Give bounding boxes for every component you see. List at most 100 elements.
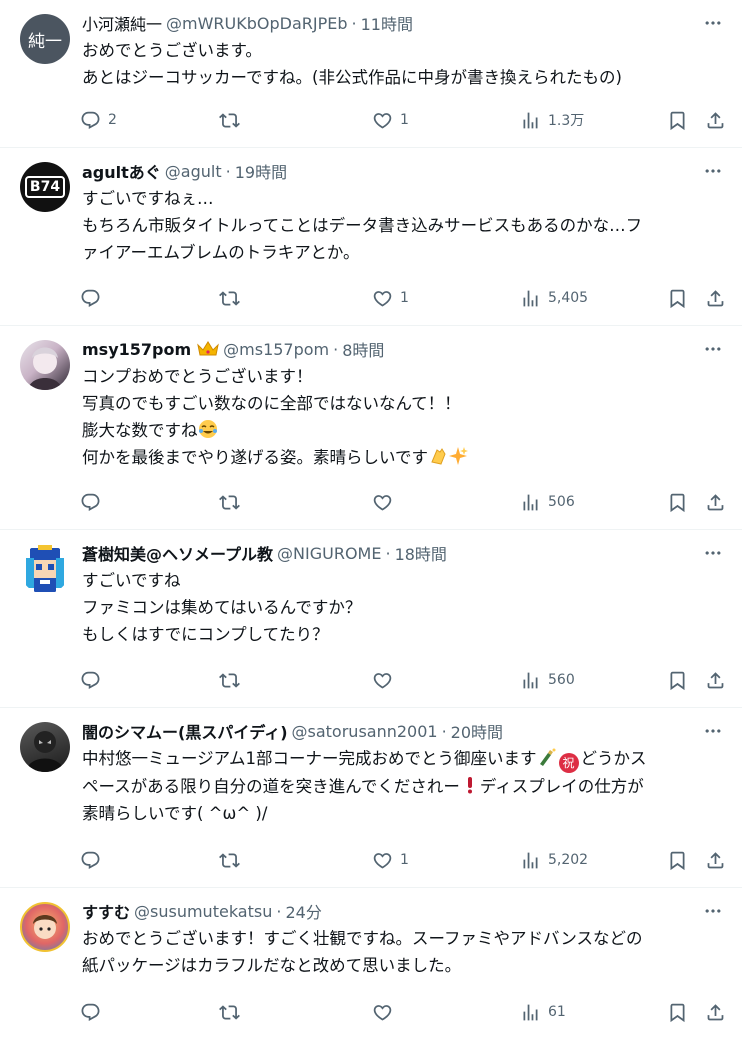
like-count: 1	[400, 852, 409, 868]
avatar[interactable]: B74	[20, 162, 70, 212]
avatar[interactable]	[20, 722, 70, 772]
more-options-icon[interactable]	[698, 540, 728, 566]
tweet-content: 闇のシマムー(黒スパイディ) @satorusann2001 · 20時間 中村…	[82, 718, 728, 827]
more-options-icon[interactable]	[698, 898, 728, 924]
share-icon	[705, 850, 726, 871]
bookmark-button[interactable]	[667, 998, 688, 1026]
tweet-text: 中村悠一ミュージアム1部コーナー完成おめでとう御座います 祝どうかス ペースがある…	[82, 745, 728, 827]
display-name[interactable]: msy157pom	[82, 340, 191, 359]
view-count: 506	[548, 494, 575, 510]
tweet[interactable]: 純一 小河瀬純一 @mWRUKbOpDaRJPEb · 11時間 おめでとうござ…	[0, 0, 742, 148]
reply-button[interactable]	[80, 666, 101, 694]
user-handle[interactable]: @NIGUROME	[277, 544, 381, 563]
tweet[interactable]: B74 agultあぐ @agult · 19時間 すごいですねぇ… もちろん市…	[0, 148, 742, 326]
bar-chart-icon	[520, 670, 541, 691]
timestamp[interactable]: 24分	[285, 899, 321, 923]
text-line: あとはジーコサッカーですね。(非公式作品に中身が書き換えられたもの)	[82, 68, 622, 87]
avatar[interactable]: 純一	[20, 14, 70, 64]
retweet-button[interactable]	[219, 284, 240, 312]
display-name[interactable]: 小河瀬純一	[82, 11, 162, 35]
more-options-icon[interactable]	[698, 336, 728, 362]
timestamp[interactable]: 19時間	[235, 159, 287, 183]
text-line: もしくはすでにコンプしてたり？	[82, 625, 329, 644]
user-handle[interactable]: @susumutekatsu	[134, 902, 272, 921]
reply-button[interactable]	[80, 846, 101, 874]
display-name[interactable]: 蒼樹知美@ヘソメープル教	[82, 541, 273, 565]
like-button[interactable]: 1	[372, 846, 409, 874]
bookmark-icon	[667, 288, 688, 309]
timestamp[interactable]: 18時間	[395, 541, 447, 565]
like-button[interactable]	[372, 998, 393, 1026]
share-button[interactable]	[705, 998, 726, 1026]
tweet-content: 小河瀬純一 @mWRUKbOpDaRJPEb · 11時間 おめでとうございます…	[82, 10, 728, 91]
tweet[interactable]: msy157pom @ms157pom · 8時間 コンプおめでとうございます！…	[0, 326, 742, 530]
more-options-icon[interactable]	[698, 158, 728, 184]
tweet-header: すすむ @susumutekatsu · 24分	[82, 898, 728, 924]
tweet-content: msy157pom @ms157pom · 8時間 コンプおめでとうございます！…	[82, 336, 728, 471]
text-segment: 膨大な数ですね	[82, 421, 198, 440]
share-button[interactable]	[705, 846, 726, 874]
view-count: 5,202	[548, 852, 589, 868]
retweet-button[interactable]	[219, 998, 240, 1026]
reply-button[interactable]: 2	[80, 106, 117, 134]
timestamp[interactable]: 11時間	[361, 11, 413, 35]
action-bar: 1 5,202	[82, 846, 728, 874]
share-button[interactable]	[705, 488, 726, 516]
clapping-hands-emoji-icon	[431, 448, 446, 465]
text-line: コンプおめでとうございます！	[82, 367, 313, 386]
like-button[interactable]: 1	[372, 106, 409, 134]
timestamp[interactable]: 20時間	[451, 719, 503, 743]
more-options-icon[interactable]	[698, 718, 728, 744]
retweet-button[interactable]	[219, 846, 240, 874]
user-handle[interactable]: @ms157pom	[223, 340, 329, 359]
views-button[interactable]: 5,202	[520, 846, 588, 874]
tweet[interactable]: 闇のシマムー(黒スパイディ) @satorusann2001 · 20時間 中村…	[0, 708, 742, 888]
text-segment: 何かを最後までやり遂げる姿。素晴らしいです	[82, 448, 429, 467]
like-button[interactable]	[372, 666, 393, 694]
bookmark-button[interactable]	[667, 846, 688, 874]
tweet-header: 闇のシマムー(黒スパイディ) @satorusann2001 · 20時間	[82, 718, 728, 744]
share-button[interactable]	[705, 284, 726, 312]
avatar[interactable]	[20, 340, 70, 390]
tweet[interactable]: すすむ @susumutekatsu · 24分 おめでとうございます！すごく壮…	[0, 888, 742, 1040]
share-button[interactable]	[705, 666, 726, 694]
user-handle[interactable]: @agult	[165, 162, 222, 181]
champagne-emoji-icon	[539, 748, 556, 766]
retweet-button[interactable]	[219, 106, 240, 134]
bar-chart-icon	[520, 1002, 541, 1023]
text-segment: ペースがある限り自分の道を突き進んでくだされー	[82, 777, 460, 796]
share-button[interactable]	[705, 106, 726, 134]
like-button[interactable]: 1	[372, 284, 409, 312]
views-button[interactable]: 61	[520, 998, 566, 1026]
view-count: 61	[548, 1004, 566, 1020]
display-name[interactable]: agultあぐ	[82, 159, 161, 183]
tweet-text: おめでとうございます！すごく壮観ですね。スーファミやアドバンスなどの 紙パッケー…	[82, 925, 728, 979]
display-name[interactable]: 闇のシマムー(黒スパイディ)	[82, 719, 288, 743]
tweet-header: agultあぐ @agult · 19時間	[82, 158, 728, 184]
more-options-icon[interactable]	[698, 10, 728, 36]
bookmark-button[interactable]	[667, 666, 688, 694]
views-button[interactable]: 5,405	[520, 284, 588, 312]
avatar-text: 純一	[28, 31, 62, 52]
avatar[interactable]	[20, 544, 70, 594]
timestamp[interactable]: 8時間	[342, 337, 384, 361]
like-button[interactable]	[372, 488, 393, 516]
reply-button[interactable]	[80, 488, 101, 516]
bookmark-button[interactable]	[667, 488, 688, 516]
reply-button[interactable]	[80, 998, 101, 1026]
reply-icon	[80, 670, 101, 691]
user-handle[interactable]: @mWRUKbOpDaRJPEb	[166, 14, 348, 33]
bookmark-button[interactable]	[667, 284, 688, 312]
display-name[interactable]: すすむ	[82, 899, 130, 923]
user-handle[interactable]: @satorusann2001	[292, 722, 438, 741]
views-button[interactable]: 560	[520, 666, 575, 694]
reply-button[interactable]	[80, 284, 101, 312]
views-button[interactable]: 1.3万	[520, 106, 584, 134]
avatar[interactable]	[20, 902, 70, 952]
views-button[interactable]: 506	[520, 488, 575, 516]
separator-dot: ·	[385, 543, 391, 563]
retweet-button[interactable]	[219, 666, 240, 694]
bookmark-button[interactable]	[667, 106, 688, 134]
retweet-button[interactable]	[219, 488, 240, 516]
tweet[interactable]: 蒼樹知美@ヘソメープル教 @NIGUROME · 18時間 すごいですね ファミ…	[0, 530, 742, 708]
